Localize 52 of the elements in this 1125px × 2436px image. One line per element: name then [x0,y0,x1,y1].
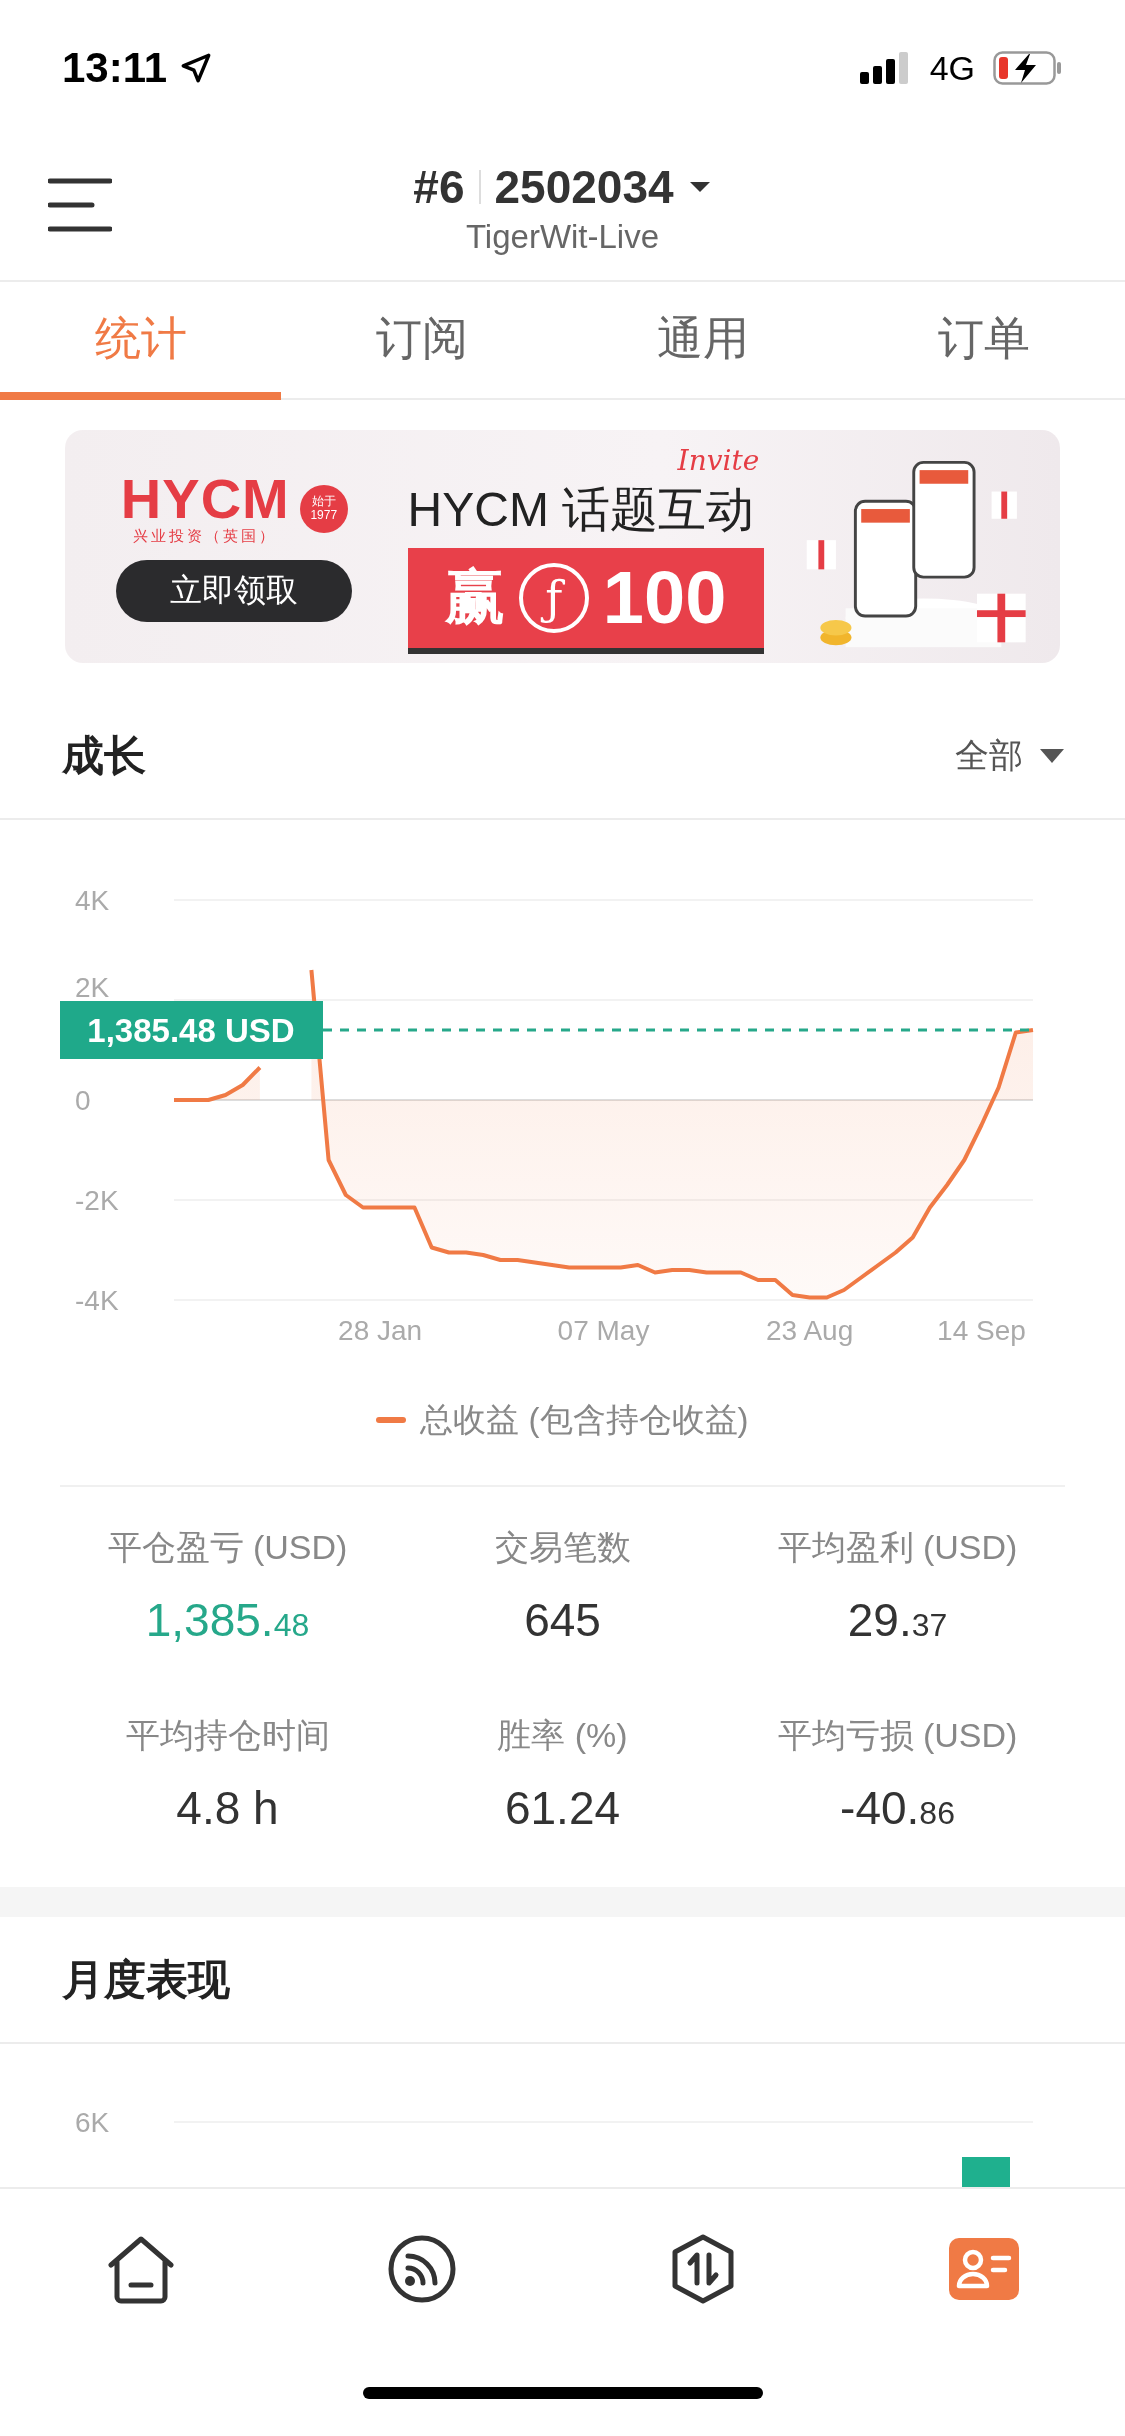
axis-label: 2K [75,972,110,1003]
stat-value: 61.24 [504,1781,621,1835]
status-time: 13:11 [62,44,168,92]
caret-icon [1039,747,1065,764]
script-word: Invite [677,445,760,477]
prize-amount: 100 [602,555,727,640]
legend-swatch [376,1417,407,1423]
stat-label: 平仓盈亏 (USD) [107,1527,348,1568]
stat-label: 胜率 (%) [497,1715,628,1756]
axis-label: 28 Jan [338,1315,423,1346]
coin-symbol: ƒ [518,562,589,633]
account-number[interactable]: 2502034 [494,160,674,214]
section-title: 月度表现 [62,1954,230,2005]
battery-icon [993,51,1063,85]
stat-label: 交易笔数 [494,1527,631,1568]
contact-card-icon [949,2238,1020,2300]
stat-label: 平均亏损 (USD) [777,1715,1018,1756]
menu-icon[interactable] [48,177,112,233]
range-dropdown[interactable]: 全部 [955,732,1065,779]
tab[interactable]: 订阅 [281,282,563,400]
axis-label: -4K [75,1285,119,1316]
hexagon-arrows-icon [670,2233,737,2305]
stat-label: 平均持仓时间 [125,1715,330,1756]
server-name: TigerWit-Live [465,218,660,256]
claim-button[interactable]: 立即领取 [116,560,353,622]
axis-label: 07 May [557,1315,650,1346]
feed-icon [386,2234,457,2304]
axis-label: -2K [75,1185,119,1216]
axis-label: 0 [75,1085,91,1116]
price-tag: 1,385.48 USD [60,1001,323,1059]
stat-value: 1,385.48 [145,1593,310,1647]
brand-logo: HYCM [120,471,290,527]
banner-headline: HYCM 话题互动 [407,485,755,534]
network-label: 4G [929,48,975,88]
legend-label: 总收益 (包含持仓收益) [420,1399,749,1440]
account-index: #6 [413,160,465,214]
tab[interactable]: 通用 [562,282,844,400]
stat-value: 645 [524,1593,601,1647]
axis-label: 23 Aug [766,1315,854,1346]
axis-label: 4K [75,885,110,916]
stat-value: -40.86 [840,1781,955,1835]
section-title: 成长 [62,730,146,781]
prize-prefix: 赢 [444,562,505,632]
stat-value: 4.8 h [176,1781,279,1835]
stat-label: 平均盈利 (USD) [777,1527,1018,1568]
logo-caption: 兴业投资（英国） [133,527,278,546]
bar [962,2157,1010,2187]
stat-value: 29.37 [847,1593,948,1647]
since-badge: 始于 1977 [299,484,348,533]
axis-label: 6K [75,2107,110,2138]
tab[interactable]: 订单 [843,282,1125,400]
axis-label: 14 Sep [937,1315,1026,1346]
